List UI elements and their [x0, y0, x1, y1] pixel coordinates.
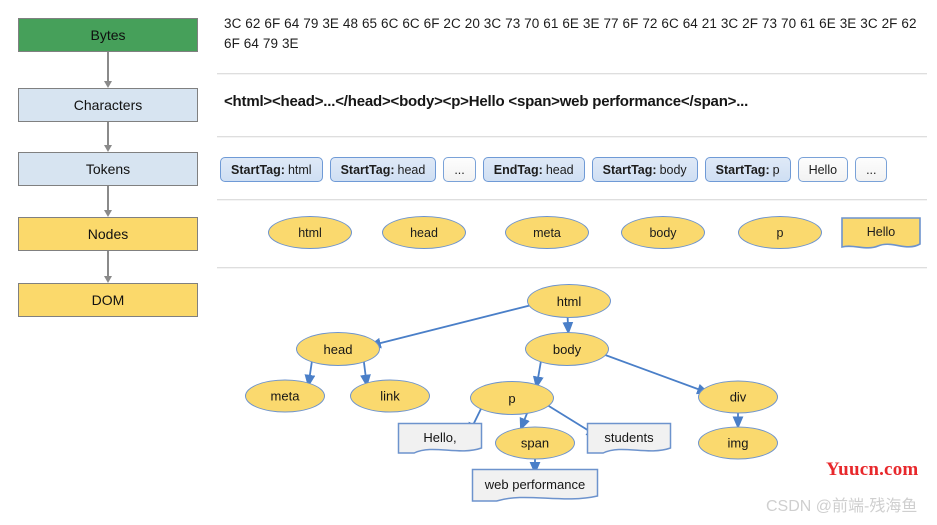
- node-label: body: [649, 225, 677, 240]
- tokens-row: StartTag: html StartTag: head... EndTag: head…: [220, 157, 888, 182]
- watermark-csdn: CSDN @前端-残海鱼: [766, 498, 918, 515]
- tree-edge: [562, 316, 574, 335]
- tree-node-span: span: [495, 426, 575, 460]
- pipeline-step-label: Tokens: [85, 161, 131, 177]
- token-chip: StartTag: p: [704, 157, 791, 182]
- tree-node-label: p: [508, 390, 516, 406]
- token-chip: ...: [443, 157, 476, 182]
- nodes-row: html head meta body p Hello: [220, 208, 930, 258]
- node-label: head: [410, 225, 438, 240]
- pipeline-arrow: [104, 122, 112, 152]
- tree-node-label: Hello,: [423, 429, 457, 445]
- node-label: Hello: [866, 225, 896, 239]
- pipeline-arrow: [104, 186, 112, 217]
- token-chip-prefix: StartTag:: [231, 162, 285, 177]
- divider-characters: [217, 136, 927, 138]
- dom-tree-edges: [304, 303, 744, 475]
- token-chip-value: head: [397, 162, 426, 177]
- divider-nodes: [217, 267, 927, 269]
- token-chip-value: body: [659, 162, 687, 177]
- tree-node-label: body: [552, 341, 582, 357]
- tree-node-body: body: [525, 332, 609, 366]
- tree-node-html: html: [527, 284, 611, 318]
- bytes-hex-text: 3C 62 6F 64 79 3E 48 65 6C 6C 6F 2C 20 3…: [224, 16, 917, 51]
- token-chip-prefix: StartTag:: [715, 162, 770, 177]
- token-chip: Hello: [797, 157, 849, 182]
- tree-node-label: web performance: [484, 476, 586, 492]
- tree-node-label: link: [380, 388, 400, 404]
- tree-node-label: students: [604, 429, 654, 445]
- pipeline-step-tokens: Tokens: [18, 152, 198, 186]
- tree-edge: [304, 359, 316, 388]
- dom-tree: html head body meta link p div Hello, span studen…: [0, 270, 937, 525]
- tree-node-link: link: [350, 379, 430, 413]
- token-chip: EndTag: head: [482, 157, 585, 182]
- token-chip: StartTag: head: [329, 157, 437, 182]
- node-label: meta: [533, 225, 561, 240]
- node-ellipse-meta: meta: [505, 216, 589, 249]
- node-ellipse-body: body: [621, 216, 705, 249]
- pipeline-step-label: Nodes: [87, 226, 129, 242]
- tree-node-label: img: [727, 435, 749, 451]
- pipeline-step-label: Bytes: [90, 27, 126, 43]
- node-ellipse-html: html: [268, 216, 352, 249]
- pipeline-step-characters: Characters: [18, 88, 198, 122]
- node-label: p: [776, 225, 784, 240]
- token-chip-value: ...: [866, 162, 877, 177]
- token-chip-prefix: StartTag:: [602, 162, 657, 177]
- tree-node-head: head: [296, 332, 380, 366]
- divider-bytes: [217, 73, 927, 75]
- pipeline-step-nodes: Nodes: [18, 217, 198, 251]
- token-chip-value: p: [772, 162, 780, 177]
- divider-tokens: [217, 199, 927, 201]
- pipeline-step-label: Characters: [73, 97, 143, 113]
- token-chip: ...: [855, 157, 888, 182]
- tree-node-webperf: web performance: [471, 468, 599, 508]
- tree-node-label: html: [556, 293, 582, 309]
- token-chip-value: Hello: [808, 162, 838, 177]
- watermark-yuucn: Yuucn.com: [826, 459, 919, 480]
- node-label: html: [298, 225, 322, 240]
- tree-node-img: img: [698, 426, 778, 460]
- tree-node-label: meta: [270, 388, 300, 404]
- tree-edge: [599, 352, 710, 395]
- tree-node-students: students: [586, 422, 672, 460]
- token-chip-value: ...: [454, 162, 465, 177]
- pipeline-step-bytes: Bytes: [18, 18, 198, 52]
- tree-node-label: span: [520, 435, 550, 451]
- token-chip-prefix: EndTag:: [493, 162, 543, 177]
- tree-edge: [532, 359, 544, 390]
- token-chip-value: html: [287, 162, 312, 177]
- token-chip: StartTag: html: [220, 157, 323, 182]
- tree-node-p: p: [470, 381, 554, 415]
- tree-node-div: div: [698, 380, 778, 414]
- tree-node-meta: meta: [245, 379, 325, 413]
- tree-node-hello: Hello,: [397, 422, 483, 460]
- pipeline-arrow: [104, 52, 112, 88]
- tree-edge: [368, 303, 536, 349]
- tree-node-label: head: [323, 341, 353, 357]
- token-chip: StartTag: body: [591, 157, 698, 182]
- tree-node-label: div: [729, 389, 747, 405]
- node-shape-hello: Hello: [840, 216, 922, 252]
- node-ellipse-p: p: [738, 216, 822, 249]
- characters-markup-text: <html><head>...</head><body><p>Hello <sp…: [224, 93, 749, 110]
- token-chip-value: head: [545, 162, 574, 177]
- node-ellipse-head: head: [382, 216, 466, 249]
- token-chip-prefix: StartTag:: [340, 162, 395, 177]
